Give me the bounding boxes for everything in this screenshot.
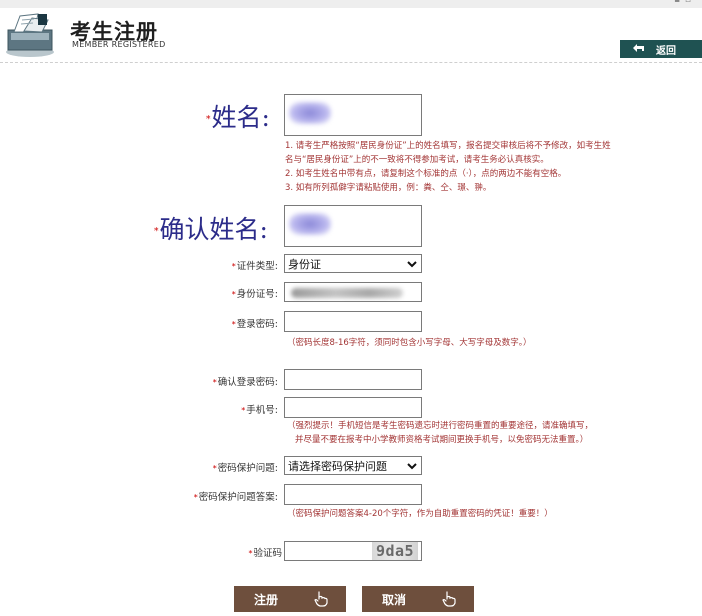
name-notes: 1. 请考生严格按照“居民身份证”上的姓名填写，报名提交审核后将不予修改，如考生… (285, 141, 611, 193)
captcha-label: *验证码 (248, 548, 282, 559)
document-stack-logo-icon (4, 12, 56, 58)
security-answer-hint: （密码保护问题答案4-20个字符，作为自助重置密码的凭证！重要！） (287, 509, 553, 519)
top-right-marks: ▪ ▫ (673, 0, 692, 5)
id-type-label: *证件类型: (231, 261, 278, 272)
id-number-label: *身份证号: (231, 289, 278, 300)
hand-pointer-icon (442, 591, 456, 607)
id-type-value: 身份证 (288, 257, 321, 271)
redacted-name (289, 213, 331, 235)
security-question-value: 请选择密码保护问题 (288, 459, 387, 473)
confirm-password-input[interactable] (284, 369, 422, 390)
back-label: 返回 (656, 45, 676, 57)
back-arrow-icon (632, 43, 646, 56)
cancel-label: 取消 (382, 592, 407, 607)
register-button[interactable]: 注册 (234, 586, 346, 612)
confirm-name-label: *确认姓名: (154, 215, 268, 244)
top-bar: ▪ ▫ (0, 0, 702, 8)
page-subtitle: MEMBER REGISTERED (72, 40, 166, 49)
security-question-select[interactable]: 请选择密码保护问题 (284, 456, 422, 475)
id-type-select[interactable]: 身份证 (284, 254, 422, 273)
phone-label: *手机号: (241, 405, 278, 416)
name-input[interactable] (284, 94, 422, 136)
security-answer-label: *密码保护问题答案: (193, 492, 278, 503)
captcha-image[interactable]: 9da5 (372, 542, 418, 560)
register-label: 注册 (254, 592, 279, 607)
password-input[interactable] (284, 311, 422, 332)
name-label: *姓名: (206, 103, 270, 132)
redacted-id-number (291, 288, 403, 298)
header-divider (0, 62, 702, 63)
cancel-button[interactable]: 取消 (362, 586, 474, 612)
confirm-name-input[interactable] (284, 205, 422, 247)
back-button[interactable]: 返回 (620, 40, 702, 58)
id-number-input[interactable] (284, 282, 422, 302)
password-label: *登录密码: (231, 319, 278, 330)
phone-input[interactable] (284, 397, 422, 418)
security-answer-input[interactable] (284, 484, 422, 505)
redacted-name (289, 102, 331, 124)
security-question-label: *密码保护问题: (212, 463, 278, 474)
chevron-down-icon (407, 261, 417, 268)
confirm-password-label: *确认登录密码: (212, 377, 278, 388)
password-hint: （密码长度8-16字符，须同时包含小写字母、大写字母及数字。） (287, 338, 532, 348)
phone-hint: （强烈提示！手机短信是考生密码遗忘时进行密码重置的重要途径，请准确填写， 并尽量… (287, 421, 594, 445)
hand-pointer-icon (314, 591, 328, 607)
chevron-down-icon (407, 463, 417, 470)
